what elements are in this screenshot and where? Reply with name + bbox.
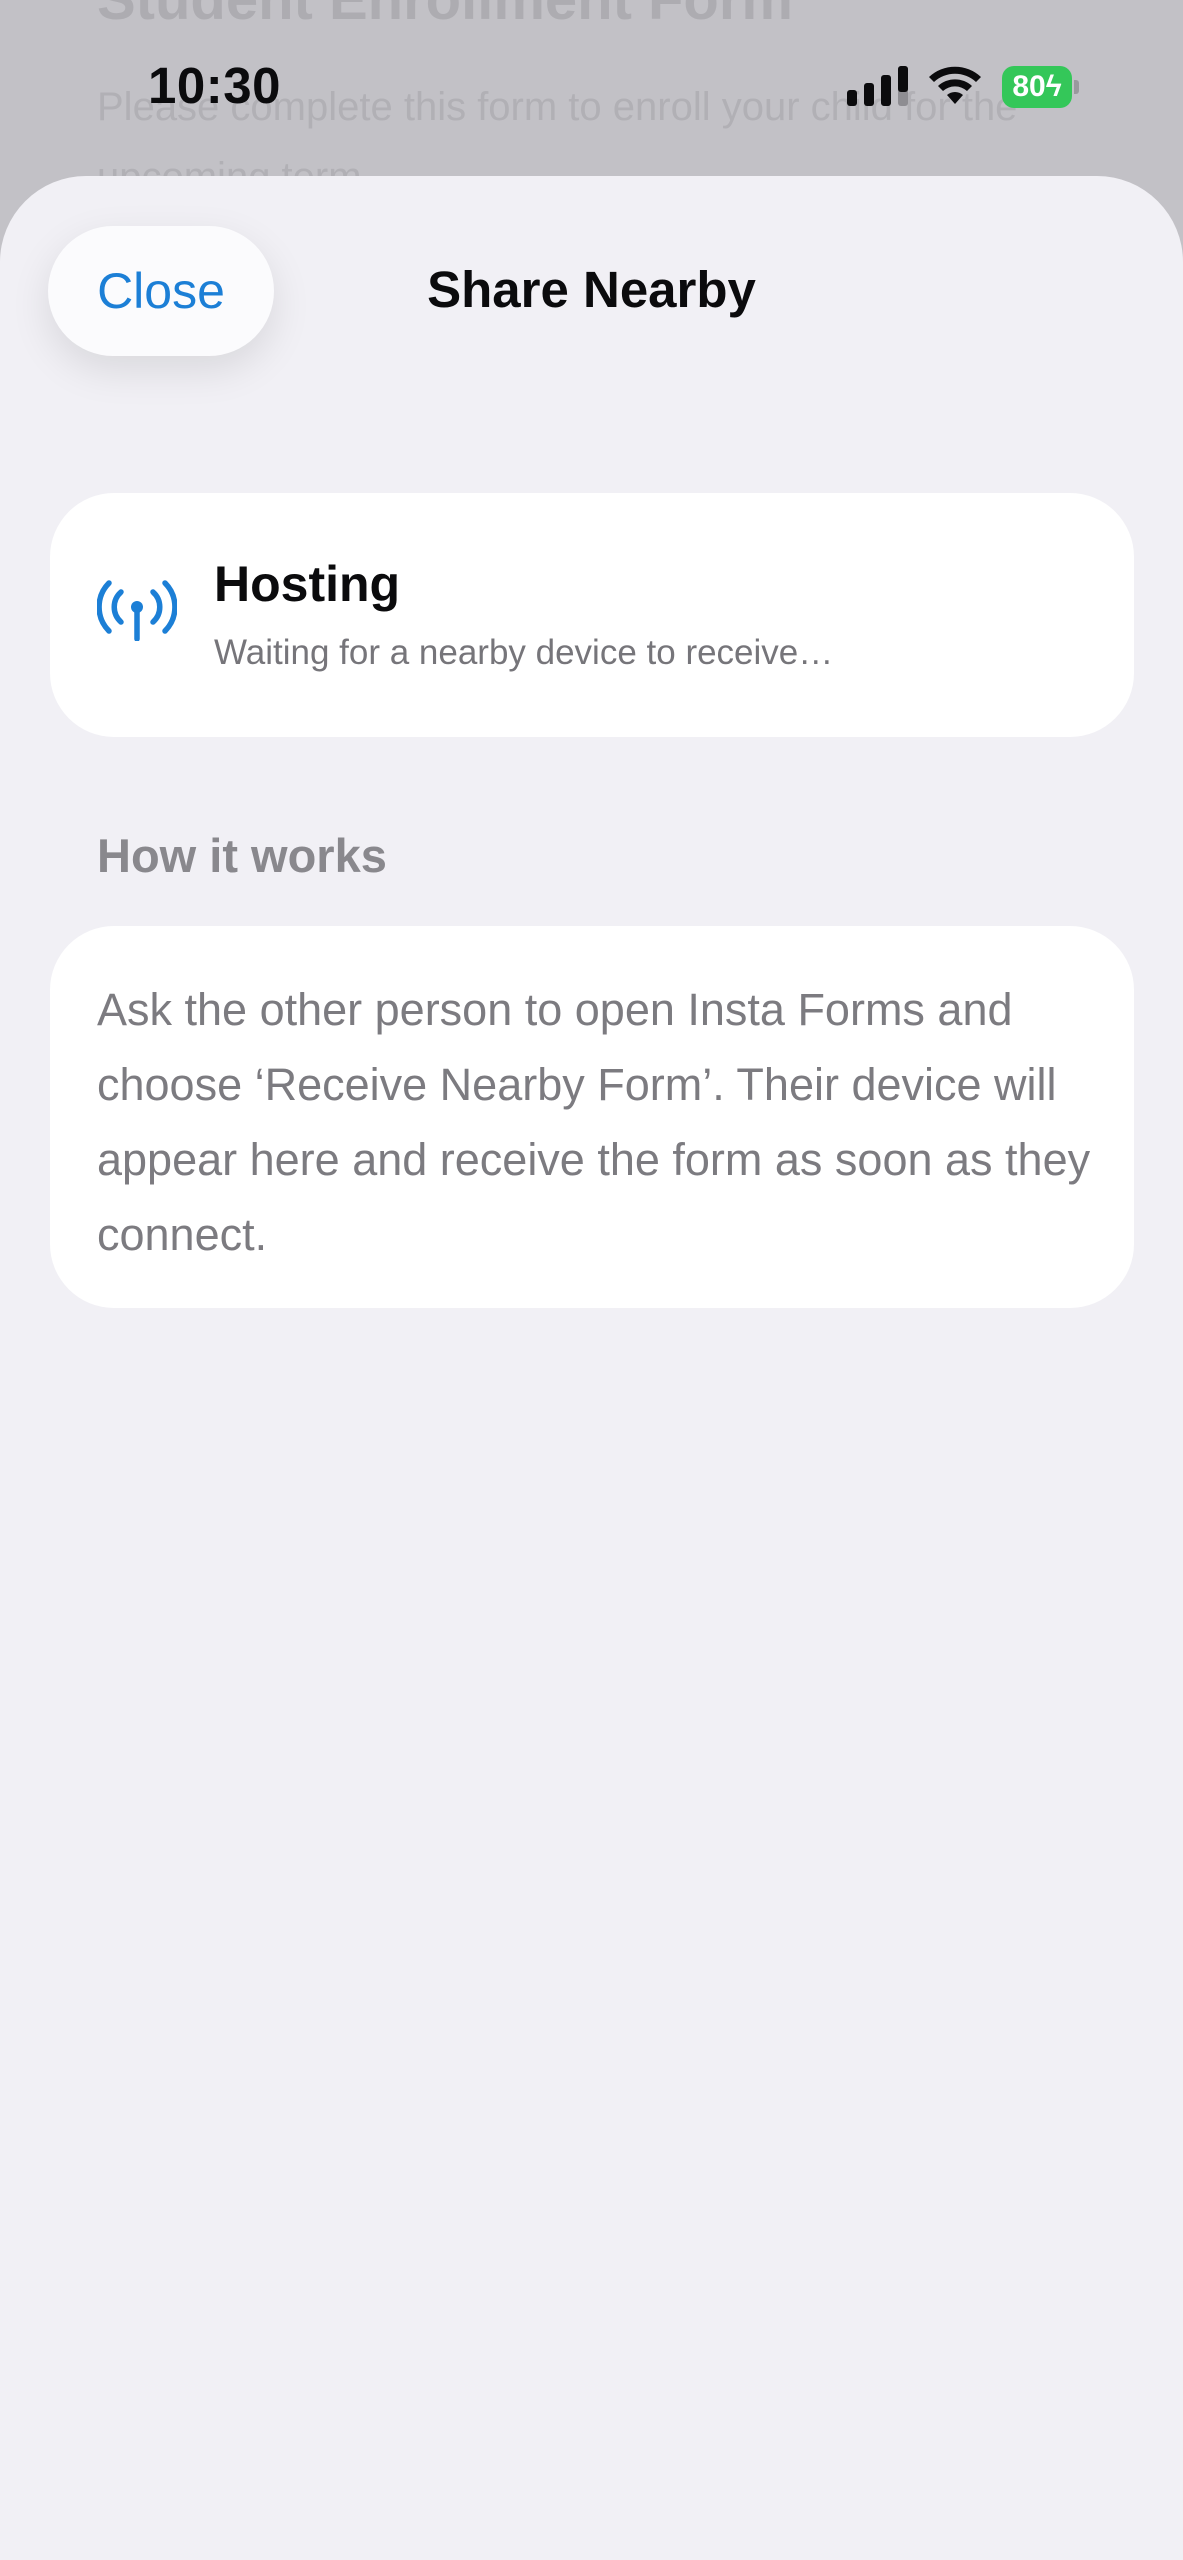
hosting-subtitle: Waiting for a nearby device to receive…	[214, 633, 834, 672]
battery-cap	[1074, 80, 1079, 94]
how-it-works-text: Ask the other person to open Insta Forms…	[97, 984, 1091, 1260]
bolt-icon: ϟ	[1045, 70, 1062, 103]
battery-percent: 80	[1012, 70, 1046, 103]
battery-level: 80 ϟ	[1002, 66, 1072, 108]
battery-charging-icon: 80 ϟ	[1002, 66, 1079, 108]
status-bar: 10:30 80 ϟ	[0, 0, 1183, 175]
hosting-status-card: Hosting Waiting for a nearby device to r…	[50, 493, 1134, 737]
signal-icon	[847, 66, 908, 106]
sheet-title: Share Nearby	[427, 261, 756, 318]
status-time: 10:30	[148, 57, 281, 114]
wifi-icon	[929, 66, 981, 104]
hosting-title: Hosting	[214, 556, 401, 612]
how-it-works-card: Ask the other person to open Insta Forms…	[50, 926, 1134, 1308]
share-nearby-sheet: Close Share Nearby Hosting Waiting for a…	[0, 176, 1183, 2560]
how-it-works-header: How it works	[97, 829, 387, 882]
broadcast-antenna-icon	[97, 580, 177, 641]
